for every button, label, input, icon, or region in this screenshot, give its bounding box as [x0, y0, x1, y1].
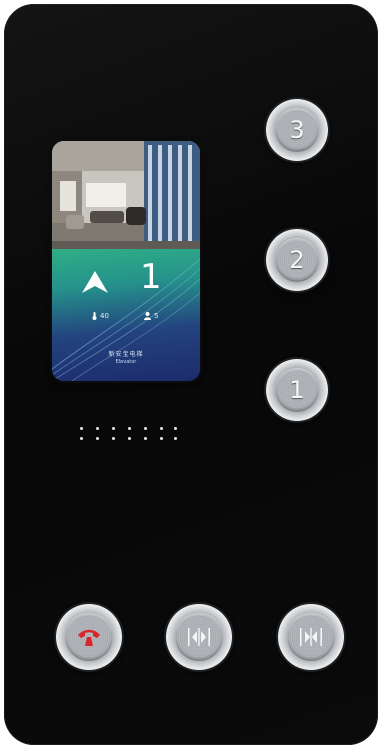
thermometer-icon	[92, 312, 97, 320]
floor-display: 1 40 5 新安宝电梯 Elevator	[52, 141, 200, 381]
floor-2-button[interactable]: 2	[266, 229, 328, 291]
door-open-icon	[188, 628, 210, 646]
floor-3-button[interactable]: 3	[266, 99, 328, 161]
alarm-phone-button[interactable]	[56, 604, 122, 670]
floor-1-button[interactable]: 1	[266, 359, 328, 421]
lobby-photo	[52, 141, 200, 249]
alarm-phone-icon	[78, 629, 100, 646]
brand-subtitle: Elevator	[115, 359, 137, 365]
up-arrow-icon	[82, 271, 108, 293]
door-close-button[interactable]	[278, 604, 344, 670]
speaker-grille	[80, 427, 180, 445]
elevator-panel: 1 40 5 新安宝电梯 Elevator 3 2 1	[4, 4, 378, 745]
occupant-count: 5	[154, 312, 159, 320]
current-floor: 1	[140, 257, 162, 297]
floor-3-label: 3	[289, 116, 305, 144]
door-open-button[interactable]	[166, 604, 232, 670]
floor-2-label: 2	[289, 246, 305, 274]
occupant-readout: 5	[144, 312, 158, 320]
temperature-readout: 40	[92, 312, 109, 320]
person-icon	[144, 312, 151, 320]
display-info-area: 1 40 5 新安宝电梯 Elevator	[52, 249, 200, 381]
brand-name: 新安宝电梯	[108, 351, 144, 358]
door-close-icon	[300, 628, 322, 646]
floor-1-label: 1	[289, 376, 305, 404]
temperature-value: 40	[100, 312, 109, 320]
